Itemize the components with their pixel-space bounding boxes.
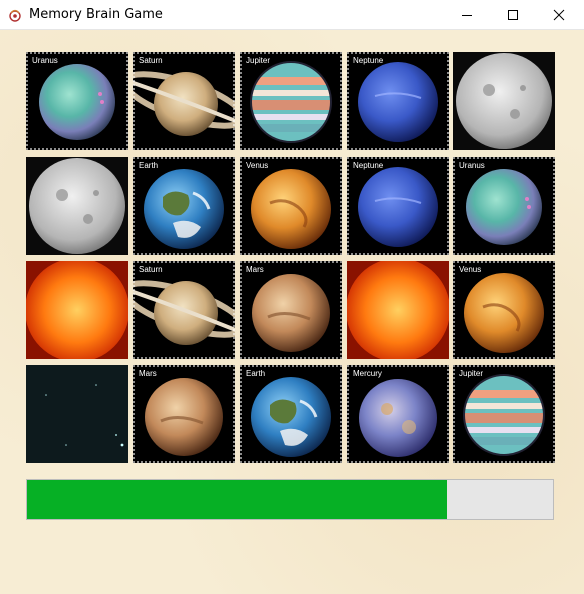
uranus-image [39, 64, 115, 140]
card-label: Mercury [353, 369, 382, 378]
jupiter-image [463, 374, 545, 456]
progress-bar [26, 479, 554, 520]
card-mars[interactable]: Mars [133, 365, 235, 463]
venus-image [464, 273, 544, 353]
card-mercury[interactable]: Mercury [347, 365, 449, 463]
mars-image [252, 274, 330, 352]
card-label: Venus [459, 265, 482, 274]
moon-image [26, 157, 128, 255]
app-icon [9, 9, 21, 22]
card-label: Earth [246, 369, 266, 378]
card-label: Saturn [139, 56, 163, 65]
sun-image [347, 261, 449, 359]
card-sun[interactable] [347, 261, 449, 359]
title-bar: Memory Brain Game [0, 0, 584, 30]
card-moon[interactable] [26, 157, 128, 255]
card-saturn[interactable]: Saturn [133, 261, 235, 359]
moon-image [453, 52, 555, 150]
card-label: Mars [246, 265, 264, 274]
card-sun[interactable] [26, 261, 128, 359]
card-label: Saturn [139, 265, 163, 274]
window-title: Memory Brain Game [29, 7, 163, 22]
minimize-icon [462, 15, 472, 16]
earth-image [144, 169, 224, 249]
card-label: Uranus [459, 161, 485, 170]
card-space[interactable] [26, 365, 128, 463]
card-label: Earth [139, 161, 159, 170]
card-label: Neptune [353, 56, 384, 65]
close-button[interactable] [536, 0, 582, 30]
card-earth[interactable]: Earth [240, 365, 342, 463]
progress-fill [27, 480, 447, 519]
card-moon[interactable] [453, 52, 555, 150]
maximize-button[interactable] [490, 0, 536, 30]
card-label: Jupiter [459, 369, 484, 378]
card-jupiter[interactable]: Jupiter [240, 52, 342, 150]
card-label: Neptune [353, 161, 384, 170]
sun-image [26, 261, 128, 359]
uranus-image [466, 169, 542, 245]
minimize-button[interactable] [444, 0, 490, 30]
card-neptune[interactable]: Neptune [347, 52, 449, 150]
card-label: Venus [246, 161, 269, 170]
maximize-icon [508, 10, 518, 20]
card-jupiter[interactable]: Jupiter [453, 365, 555, 463]
game-board: Uranus Saturn Jupiter Neptune Earth Venu… [0, 30, 584, 594]
neptune-image [358, 62, 438, 142]
card-neptune[interactable]: Neptune [347, 157, 449, 255]
space-image [26, 365, 128, 463]
neptune-image [358, 167, 438, 247]
mercury-image [359, 379, 437, 457]
card-label: Mars [139, 369, 157, 378]
earth-image [251, 377, 331, 457]
jupiter-image [250, 61, 332, 143]
card-earth[interactable]: Earth [133, 157, 235, 255]
close-icon [553, 9, 565, 21]
venus-image [251, 169, 331, 249]
card-label: Jupiter [246, 56, 271, 65]
card-uranus[interactable]: Uranus [26, 52, 128, 150]
saturn-image [133, 71, 235, 136]
mars-image [145, 378, 223, 456]
card-venus[interactable]: Venus [240, 157, 342, 255]
card-uranus[interactable]: Uranus [453, 157, 555, 255]
card-saturn[interactable]: Saturn [133, 52, 235, 150]
card-mars[interactable]: Mars [240, 261, 342, 359]
card-label: Uranus [32, 56, 58, 65]
saturn-image [133, 280, 235, 345]
card-venus[interactable]: Venus [453, 261, 555, 359]
